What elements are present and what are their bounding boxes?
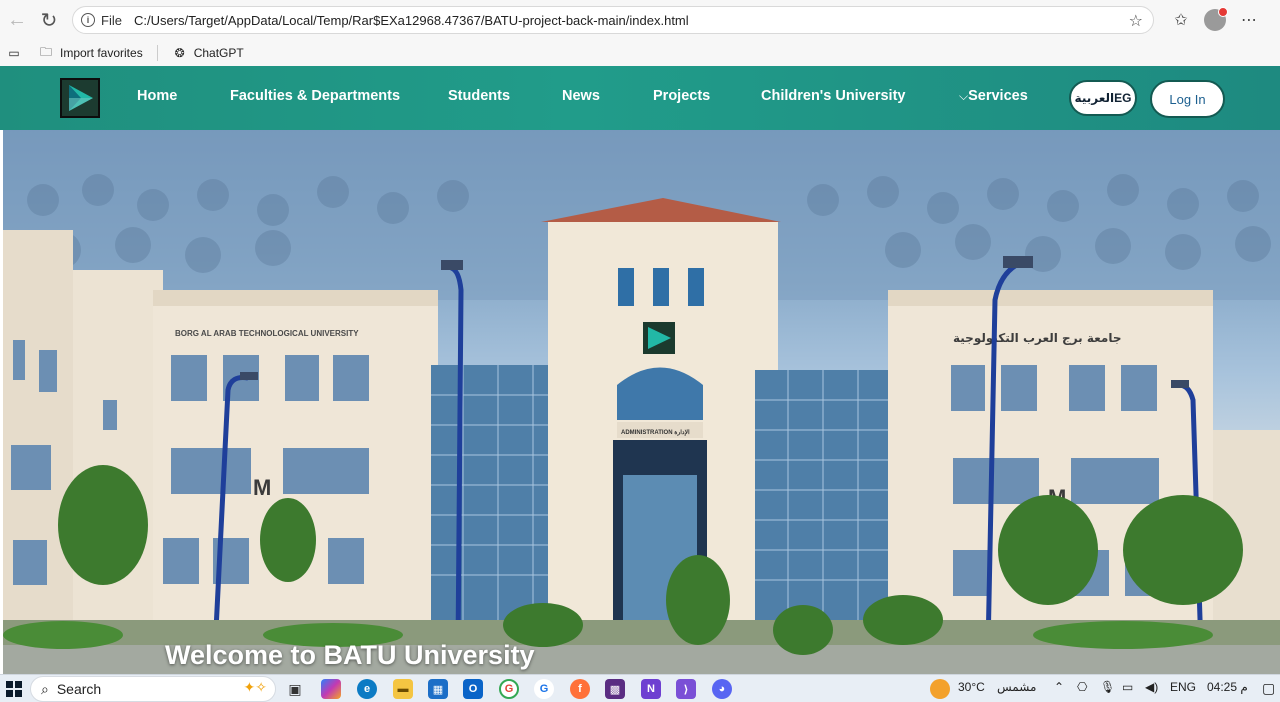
nav-services-label: Services	[968, 88, 1028, 104]
sign-arabic: جامعة برج العرب التكنولوجية	[953, 331, 1121, 346]
notifications-icon[interactable]: ▢	[1262, 680, 1275, 697]
language-toggle-button[interactable]: العربيةEG	[1069, 80, 1137, 116]
profile-avatar[interactable]	[1204, 7, 1228, 31]
taskbar-search-label: Search	[56, 681, 102, 697]
firefox-icon[interactable]: f	[570, 679, 590, 699]
web-page: Home Faculties & Departments Students Ne…	[0, 66, 1280, 674]
copilot-sparkle-icon: ✦✧	[243, 679, 267, 695]
more-menu-icon[interactable]: ⋯	[1232, 3, 1266, 37]
favorite-chatgpt[interactable]: ❂ ChatGPT	[172, 45, 244, 61]
sign-administration: ADMINISTRATION الإدارة	[621, 429, 690, 436]
edge-browser-icon[interactable]: e	[357, 679, 377, 699]
back-arrow-icon[interactable]: ←	[0, 3, 34, 37]
meet-now-icon[interactable]: ⎔	[1077, 680, 1087, 694]
colorful-app-icon[interactable]: ▩	[605, 679, 625, 699]
weather-temperature[interactable]: 30°C	[958, 680, 985, 694]
nav-news[interactable]: News	[562, 88, 600, 104]
favorite-chatgpt-label: ChatGPT	[193, 46, 244, 60]
favorite-import[interactable]: 🗀 Import favorites	[38, 45, 143, 61]
outlook-icon[interactable]: O	[463, 679, 483, 699]
favorites-bar: ▭ 🗀 Import favorites ❂ ChatGPT	[0, 40, 1280, 66]
nav-childrens-university[interactable]: Children's University	[761, 88, 905, 104]
favorites-divider	[156, 45, 158, 61]
discord-icon[interactable]: ◕	[712, 679, 732, 699]
weather-condition[interactable]: مشمس	[997, 680, 1036, 694]
chevron-down-icon: ⌵	[959, 89, 969, 103]
site-navbar: Home Faculties & Departments Students Ne…	[0, 66, 1280, 130]
favorite-star-icon[interactable]: ☆	[1129, 11, 1143, 31]
show-hidden-icons-icon[interactable]: ⌃	[1054, 680, 1064, 694]
nav-projects[interactable]: Projects	[653, 88, 710, 104]
batu-logo-icon	[62, 80, 98, 116]
input-language[interactable]: ENG	[1170, 680, 1196, 694]
campus-building-image: BORG AL ARAB TECHNOLOGICAL UNIVERSITY M	[3, 130, 1280, 674]
search-icon: ⌕	[41, 680, 49, 697]
edge-sidebar-edge	[1266, 3, 1280, 37]
visual-studio-code-icon[interactable]: ⟩	[676, 679, 696, 699]
browser-toolbar: ← ↻ i File C:/Users/Target/AppData/Local…	[0, 0, 1280, 40]
task-view-icon[interactable]: ▣	[285, 679, 305, 699]
nav-students[interactable]: Students	[448, 88, 510, 104]
login-button[interactable]: Log In	[1150, 80, 1225, 118]
windows-start-icon[interactable]	[4, 678, 24, 700]
chatgpt-icon: ❂	[174, 46, 185, 60]
folder-import-icon: 🗀	[39, 44, 52, 59]
windows-taskbar: ⌕ Search ✦✧ ▣ e ▬ ▦ O G G f ▩ N ⟩ ◕ 30°C…	[0, 674, 1280, 702]
file-explorer-icon[interactable]: ▬	[393, 679, 413, 699]
microsoft-store-icon[interactable]: ▦	[428, 679, 448, 699]
taskbar-search[interactable]: ⌕ Search ✦✧	[30, 676, 276, 702]
favorite-import-label: Import favorites	[60, 46, 143, 60]
url-text: C:/Users/Target/AppData/Local/Temp/Rar$E…	[133, 12, 689, 28]
nav-faculties[interactable]: Faculties & Departments	[230, 88, 400, 104]
batu-logo[interactable]	[60, 78, 100, 118]
m-letter-left: M	[253, 475, 271, 500]
battery-icon[interactable]: ▭	[1122, 680, 1133, 694]
tab-actions-icon[interactable]: ▭	[6, 45, 22, 61]
visual-studio-icon[interactable]: N	[641, 679, 661, 699]
info-icon[interactable]: i	[81, 13, 95, 27]
chrome-beta-icon[interactable]: G	[534, 679, 554, 699]
copilot-icon[interactable]	[321, 679, 341, 699]
browser-actions: ✩ ⋯	[1164, 0, 1280, 40]
volume-icon[interactable]: ◀)	[1145, 680, 1158, 694]
sign-english: BORG AL ARAB TECHNOLOGICAL UNIVERSITY	[175, 329, 359, 338]
microphone-icon[interactable]: 🎙	[1100, 680, 1115, 694]
url-scheme-label: File	[101, 12, 122, 28]
nav-services[interactable]: ⌵Services	[959, 88, 1028, 104]
address-bar[interactable]: i File C:/Users/Target/AppData/Local/Tem…	[72, 6, 1154, 34]
chrome-icon[interactable]: G	[499, 679, 519, 699]
weather-sun-icon[interactable]	[930, 679, 950, 699]
system-clock[interactable]: 04:25 م	[1207, 680, 1248, 694]
refresh-icon[interactable]: ↻	[32, 3, 66, 37]
hero-welcome-text: Welcome to BATU University	[165, 640, 535, 670]
favorites-list-icon[interactable]: ✩	[1164, 3, 1198, 37]
nav-home[interactable]: Home	[137, 88, 177, 104]
hero-banner: BORG AL ARAB TECHNOLOGICAL UNIVERSITY M	[3, 130, 1280, 674]
